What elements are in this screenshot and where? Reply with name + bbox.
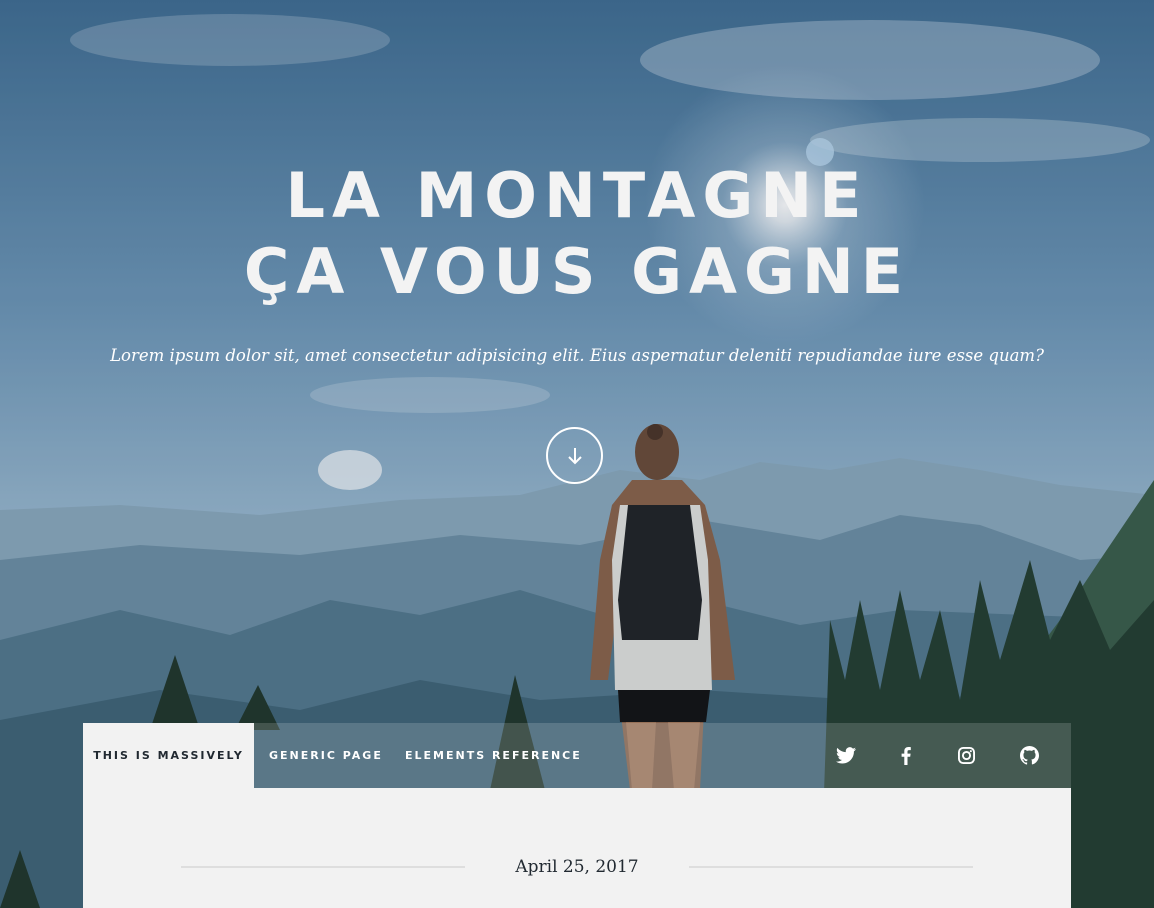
post-date-text: April 25, 2017 bbox=[515, 857, 639, 877]
page-title: LA MONTAGNE ÇA VOUS GAGNE bbox=[0, 158, 1154, 310]
nav-item-elements-reference[interactable]: ELEMENTS REFERENCE bbox=[405, 723, 582, 788]
date-divider-left bbox=[181, 866, 466, 868]
hero-subtitle: Lorem ipsum dolor sit, amet consectetur … bbox=[110, 346, 1044, 365]
facebook-icon bbox=[901, 746, 911, 765]
github-icon bbox=[1019, 746, 1039, 765]
date-divider-right bbox=[688, 866, 973, 868]
nav-item-this-is-massively[interactable]: THIS IS MASSIVELY bbox=[83, 723, 254, 788]
arrow-down-icon bbox=[567, 447, 582, 464]
twitter-link[interactable] bbox=[816, 723, 876, 788]
main-content: April 25, 2017 bbox=[83, 788, 1071, 908]
nav-item-generic-page[interactable]: GENERIC PAGE bbox=[269, 723, 383, 788]
main-nav: THIS IS MASSIVELY GENERIC PAGE ELEMENTS … bbox=[83, 723, 1071, 788]
scroll-down-button[interactable] bbox=[546, 427, 603, 484]
title-line-1: LA MONTAGNE bbox=[285, 159, 869, 232]
facebook-link[interactable] bbox=[876, 723, 936, 788]
instagram-link[interactable] bbox=[936, 723, 996, 788]
post-date: April 25, 2017 bbox=[181, 854, 973, 880]
title-line-2: ÇA VOUS GAGNE bbox=[243, 235, 911, 308]
twitter-icon bbox=[836, 747, 856, 764]
github-link[interactable] bbox=[999, 723, 1059, 788]
instagram-icon bbox=[957, 747, 975, 764]
